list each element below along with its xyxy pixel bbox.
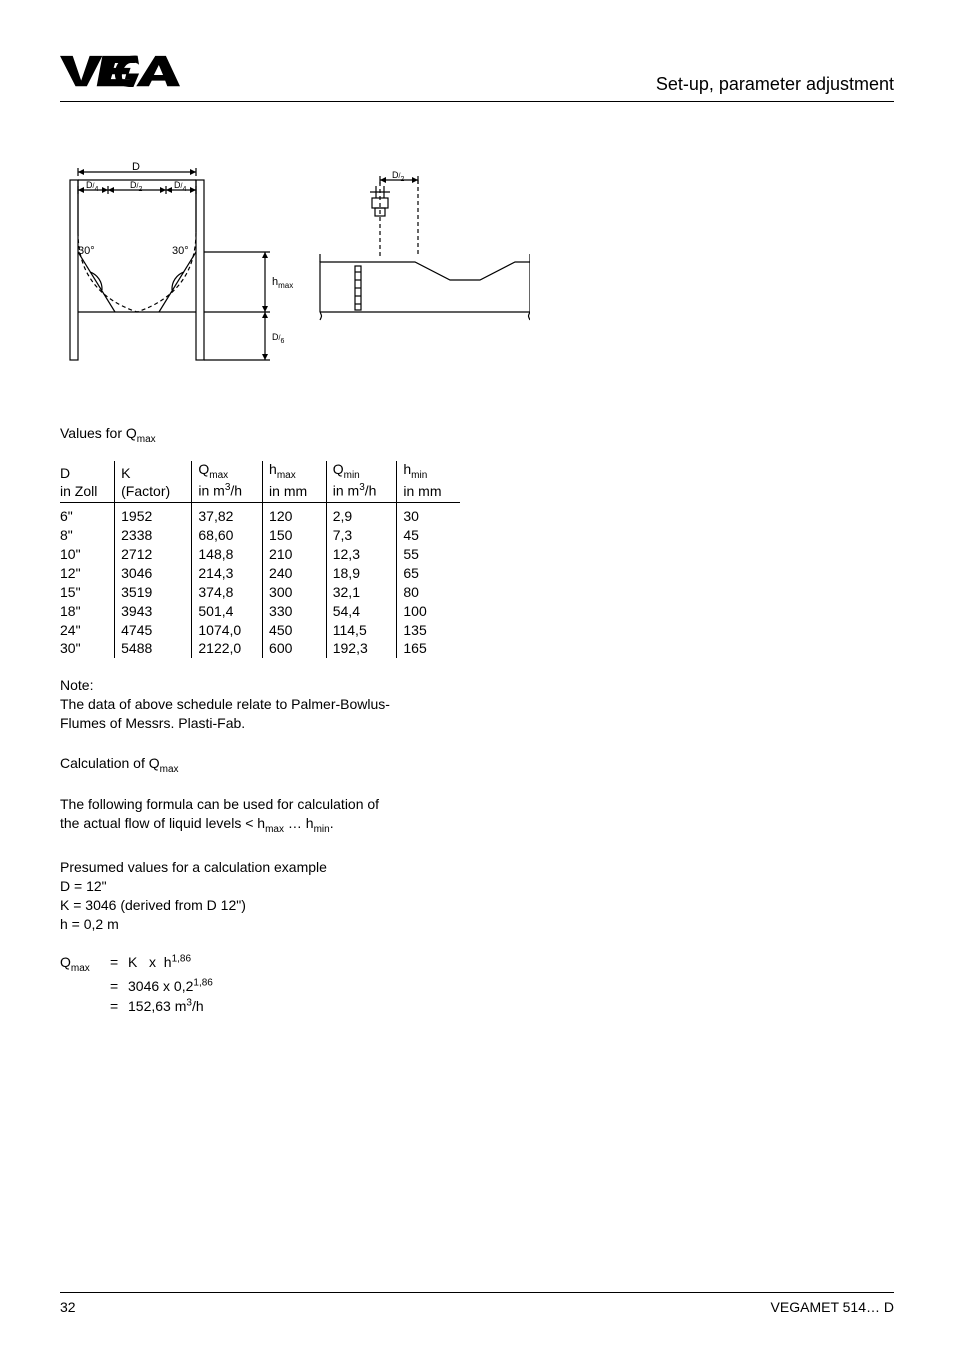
presumed-values: Presumed values for a calculation exampl… bbox=[60, 858, 530, 934]
svg-text:D: D bbox=[132, 162, 140, 173]
page-number: 32 bbox=[60, 1299, 76, 1315]
col-qmax: Qmaxin m3/h bbox=[192, 461, 263, 503]
table-row: 30"54882122,0600192,3165 bbox=[60, 639, 460, 658]
table-row: 12"3046214,324018,965 bbox=[60, 564, 460, 583]
svg-text:D/2: D/2 bbox=[392, 170, 404, 183]
flume-diagram: D D/4 D/2 D/4 30° 30° hmax D/6 D/2 bbox=[60, 162, 530, 385]
qmax-values-table: Din Zoll K(Factor) Qmaxin m3/h hmaxin mm… bbox=[60, 461, 460, 659]
col-d: Din Zoll bbox=[60, 461, 115, 503]
col-qmin: Qminin m3/h bbox=[326, 461, 397, 503]
note-block: Note: The data of above schedule relate … bbox=[60, 676, 530, 733]
table-row: 10"2712148,821012,355 bbox=[60, 545, 460, 564]
table-row: 6"195237,821202,930 bbox=[60, 503, 460, 526]
calculation-heading: Calculation of Qmax bbox=[60, 755, 530, 775]
table-row: 24"47451074,0450114,5135 bbox=[60, 621, 460, 640]
equation-block: Qmax = K x h1,86 = 3046 x 0,21,86 = 152,… bbox=[60, 952, 530, 1017]
brand-logo bbox=[60, 50, 180, 99]
svg-text:D/4: D/4 bbox=[86, 180, 98, 193]
table-row: 8"233868,601507,345 bbox=[60, 526, 460, 545]
svg-text:D/2: D/2 bbox=[130, 180, 142, 193]
svg-text:30°: 30° bbox=[172, 245, 189, 257]
values-heading: Values for Qmax bbox=[60, 425, 530, 445]
svg-text:30°: 30° bbox=[78, 245, 95, 257]
table-row: 18"3943501,433054,4100 bbox=[60, 602, 460, 621]
table-row: 15"3519374,830032,180 bbox=[60, 583, 460, 602]
header-section-title: Set-up, parameter adjustment bbox=[656, 74, 894, 99]
svg-text:D/6: D/6 bbox=[272, 332, 284, 345]
svg-text:D/4: D/4 bbox=[174, 180, 186, 193]
col-k: K(Factor) bbox=[115, 461, 192, 503]
svg-text:hmax: hmax bbox=[272, 276, 293, 290]
formula-description: The following formula can be used for ca… bbox=[60, 795, 530, 836]
document-id: VEGAMET 514… D bbox=[771, 1299, 894, 1315]
col-hmin: hminin mm bbox=[397, 461, 460, 503]
col-hmax: hmaxin mm bbox=[263, 461, 327, 503]
